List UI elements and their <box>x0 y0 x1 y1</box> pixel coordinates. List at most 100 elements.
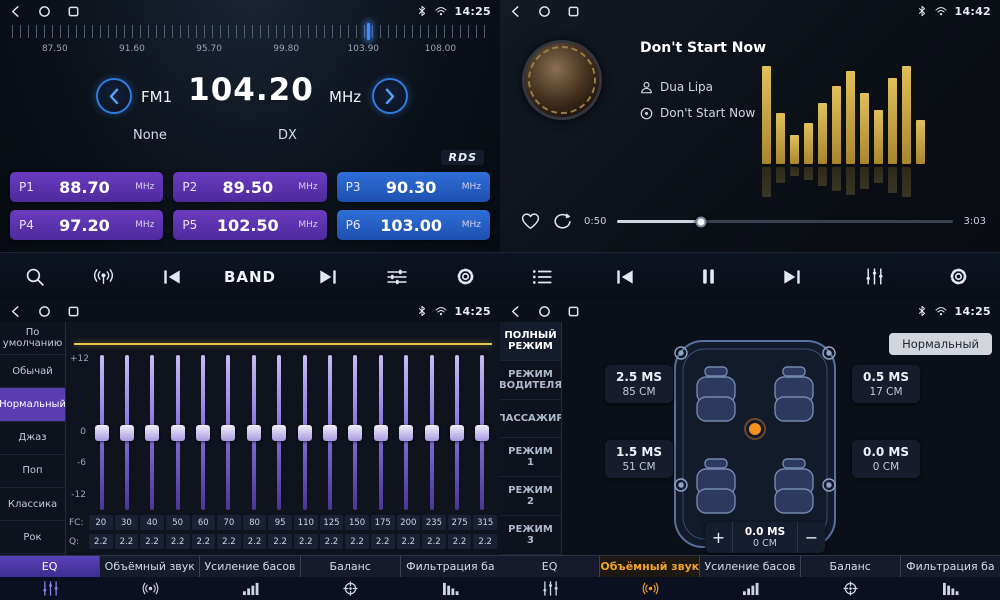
rear-right-delay[interactable]: 0.0 MS 0 CM <box>852 440 920 478</box>
preset-mode-button[interactable]: Нормальный <box>889 333 992 355</box>
bass-boost-tab-icon[interactable] <box>200 577 300 600</box>
mode-passenger[interactable]: ПАССАЖИР <box>500 400 561 439</box>
band-button[interactable]: BAND <box>224 268 276 286</box>
filter-tab-icon[interactable] <box>900 577 1000 600</box>
eq-band-slider[interactable] <box>115 355 138 510</box>
slider-handle[interactable] <box>399 425 413 441</box>
eq-tab-icon[interactable] <box>500 577 600 600</box>
pause-button[interactable] <box>691 267 725 286</box>
tab-eq[interactable]: EQ <box>0 556 100 577</box>
balance-tab-icon[interactable] <box>300 577 400 600</box>
previous-track-button[interactable] <box>608 268 642 286</box>
favorite-button[interactable] <box>520 212 541 231</box>
eq-preset-classic[interactable]: Классика <box>0 488 65 521</box>
decrease-delay-button[interactable]: − <box>797 522 825 553</box>
tab-surround[interactable]: Объёмный звук <box>100 556 200 577</box>
home-button[interactable] <box>538 305 551 318</box>
next-track-button[interactable] <box>775 268 809 286</box>
tune-down-button[interactable] <box>96 78 132 114</box>
equalizer-button[interactable] <box>858 268 892 285</box>
slider-handle[interactable] <box>374 425 388 441</box>
slider-handle[interactable] <box>425 425 439 441</box>
increase-delay-button[interactable]: + <box>705 522 733 553</box>
slider-handle[interactable] <box>323 425 337 441</box>
slider-handle[interactable] <box>221 425 235 441</box>
progress-knob[interactable] <box>696 216 707 227</box>
home-button[interactable] <box>538 5 551 18</box>
balance-tab-icon[interactable] <box>800 577 900 600</box>
tuner-settings-icon[interactable] <box>380 268 414 286</box>
recents-button[interactable] <box>567 5 580 18</box>
eq-band-slider[interactable] <box>395 355 418 510</box>
seek-bar[interactable] <box>617 220 952 223</box>
eq-band-slider[interactable] <box>166 355 189 510</box>
eq-band-slider[interactable] <box>268 355 291 510</box>
mode-3[interactable]: РЕЖИМ 3 <box>500 516 561 555</box>
preset-p4[interactable]: P4 97.20 MHz <box>10 210 163 240</box>
eq-band-slider[interactable] <box>445 355 468 510</box>
playlist-button[interactable] <box>525 268 559 286</box>
tab-balance[interactable]: Баланс <box>801 556 901 577</box>
previous-station-button[interactable] <box>155 268 189 286</box>
preset-p1[interactable]: P1 88.70 MHz <box>10 172 163 202</box>
frequency-scale[interactable]: 87.50 91.60 95.70 99.80 103.90 108.00 <box>12 25 488 59</box>
preset-p2[interactable]: P2 89.50 MHz <box>173 172 326 202</box>
tab-bass-boost[interactable]: Усиление басов <box>700 556 800 577</box>
tab-eq[interactable]: EQ <box>500 556 600 577</box>
recents-button[interactable] <box>567 305 580 318</box>
slider-handle[interactable] <box>120 425 134 441</box>
slider-handle[interactable] <box>475 425 489 441</box>
slider-handle[interactable] <box>171 425 185 441</box>
eq-preset-normal[interactable]: Нормальный <box>0 388 65 421</box>
preset-p5[interactable]: P5 102.50 MHz <box>173 210 326 240</box>
eq-preset-jazz[interactable]: Джаз <box>0 422 65 455</box>
eq-band-slider[interactable] <box>192 355 215 510</box>
next-station-button[interactable] <box>311 268 345 286</box>
search-button[interactable] <box>17 266 51 287</box>
eq-band-slider[interactable] <box>242 355 265 510</box>
back-button[interactable] <box>9 305 22 318</box>
back-button[interactable] <box>509 5 522 18</box>
mode-full[interactable]: ПОЛНЫЙ РЕЖИМ <box>500 322 561 361</box>
tab-bass-boost[interactable]: Усиление басов <box>200 556 300 577</box>
surround-tab-icon[interactable] <box>100 577 200 600</box>
eq-preset-pop[interactable]: Поп <box>0 455 65 488</box>
eq-band-slider[interactable] <box>471 355 494 510</box>
back-button[interactable] <box>509 305 522 318</box>
recents-button[interactable] <box>67 5 80 18</box>
tab-balance[interactable]: Баланс <box>301 556 401 577</box>
rear-left-delay[interactable]: 1.5 MS 51 CM <box>605 440 673 478</box>
album-art[interactable] <box>522 40 602 120</box>
slider-handle[interactable] <box>348 425 362 441</box>
dx-mode[interactable]: DX <box>278 128 297 143</box>
eq-band-slider[interactable] <box>369 355 392 510</box>
preset-p3[interactable]: P3 90.30 MHz <box>337 172 490 202</box>
bass-boost-tab-icon[interactable] <box>700 577 800 600</box>
mode-2[interactable]: РЕЖИМ 2 <box>500 477 561 516</box>
eq-band-slider[interactable] <box>319 355 342 510</box>
slider-handle[interactable] <box>298 425 312 441</box>
slider-handle[interactable] <box>95 425 109 441</box>
eq-band-slider[interactable] <box>293 355 316 510</box>
tab-filter[interactable]: Фильтрация ба <box>401 556 500 577</box>
stereo-mode[interactable]: None <box>133 128 167 143</box>
eq-preset-rock[interactable]: Рок <box>0 521 65 554</box>
home-button[interactable] <box>38 5 51 18</box>
surround-tab-icon[interactable] <box>600 577 700 600</box>
eq-band-slider[interactable] <box>90 355 113 510</box>
eq-preset-custom[interactable]: Обычай <box>0 355 65 388</box>
mode-1[interactable]: РЕЖИМ 1 <box>500 438 561 477</box>
front-right-delay[interactable]: 0.5 MS 17 CM <box>852 365 920 403</box>
back-button[interactable] <box>9 5 22 18</box>
slider-handle[interactable] <box>196 425 210 441</box>
mode-driver[interactable]: РЕЖИМ ВОДИТЕЛЯ <box>500 361 561 400</box>
preset-p6[interactable]: P6 103.00 MHz <box>337 210 490 240</box>
settings-gear-icon[interactable] <box>941 266 975 287</box>
home-button[interactable] <box>38 305 51 318</box>
auto-scan-button[interactable] <box>86 268 120 285</box>
slider-handle[interactable] <box>247 425 261 441</box>
slider-handle[interactable] <box>272 425 286 441</box>
filter-tab-icon[interactable] <box>400 577 500 600</box>
eq-band-slider[interactable] <box>217 355 240 510</box>
slider-handle[interactable] <box>145 425 159 441</box>
